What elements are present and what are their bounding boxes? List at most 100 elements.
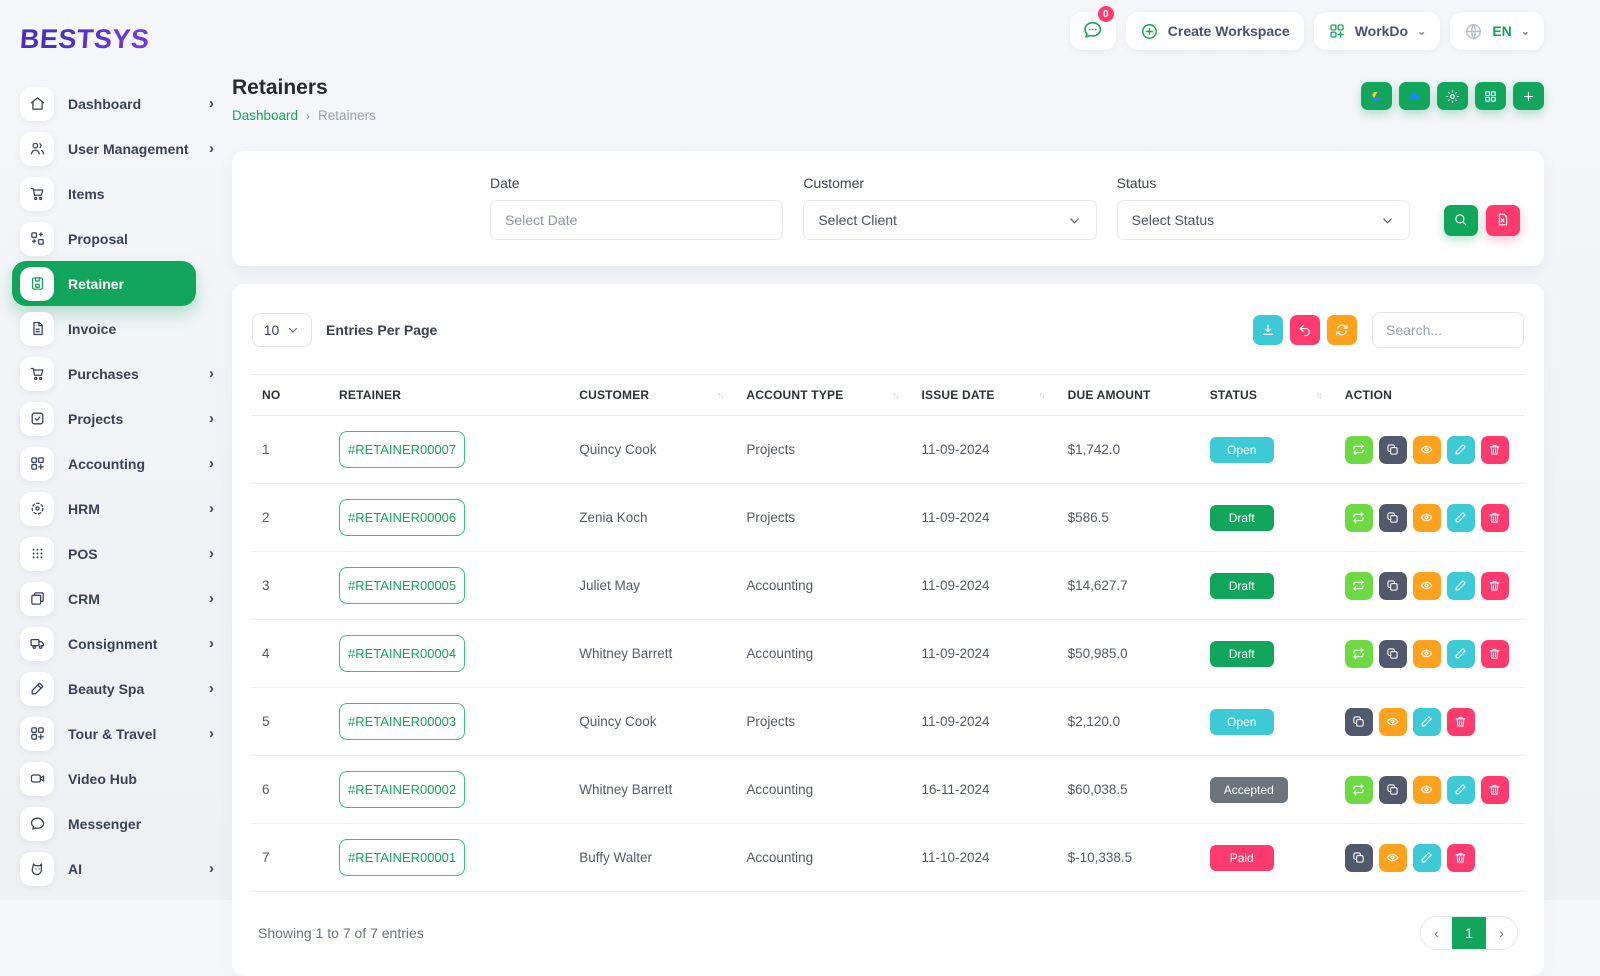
column-header-status[interactable]: STATUS↑↓ [1200, 375, 1335, 416]
retainer-number-link[interactable]: #RETAINER00002 [339, 771, 465, 808]
duplicate-button[interactable] [1379, 640, 1407, 668]
sidebar-item-pos[interactable]: POS › [0, 531, 232, 576]
reset-filter-button[interactable] [1486, 205, 1520, 236]
duplicate-button[interactable] [1345, 708, 1373, 736]
retainer-number-link[interactable]: #RETAINER00007 [339, 431, 465, 468]
sidebar-item-consignment[interactable]: Consignment › [0, 621, 232, 666]
delete-button[interactable] [1447, 844, 1475, 872]
prev-page-button[interactable]: ‹ [1421, 916, 1452, 950]
delete-button[interactable] [1481, 776, 1509, 804]
retainer-number-link[interactable]: #RETAINER00004 [339, 635, 465, 672]
proposal-icon [20, 222, 54, 256]
edit-button[interactable] [1447, 640, 1475, 668]
status-select[interactable]: Select Status [1117, 200, 1410, 240]
edit-button[interactable] [1413, 844, 1441, 872]
convert-button[interactable] [1345, 776, 1373, 804]
messages-button[interactable]: 0 [1070, 12, 1116, 50]
delete-button[interactable] [1447, 708, 1475, 736]
customer-select[interactable]: Select Client [803, 200, 1096, 240]
sidebar-item-accounting[interactable]: Accounting › [0, 441, 232, 486]
cell-due-amount: $586.5 [1058, 484, 1200, 552]
delete-button[interactable] [1481, 436, 1509, 464]
onedrive-button[interactable] [1399, 82, 1430, 110]
column-header-account-type[interactable]: ACCOUNT TYPE↑↓ [736, 375, 911, 416]
grid-button[interactable] [1475, 82, 1506, 110]
table-header-row: NO RETAINER CUSTOMER↑↓ ACCOUNT TYPE↑↓ IS… [252, 375, 1524, 416]
retainer-number-link[interactable]: #RETAINER00006 [339, 499, 465, 536]
entries-per-page-select[interactable]: 10 [252, 313, 312, 347]
plus-circle-icon [1140, 22, 1159, 41]
duplicate-button[interactable] [1379, 504, 1407, 532]
date-input[interactable] [505, 212, 768, 228]
next-page-button[interactable]: › [1486, 916, 1517, 950]
sidebar-item-user-management[interactable]: User Management › [0, 126, 232, 171]
export-button[interactable] [1253, 315, 1283, 345]
duplicate-button[interactable] [1379, 776, 1407, 804]
cell-customer: Whitney Barrett [569, 756, 736, 824]
undo-button[interactable] [1290, 315, 1320, 345]
delete-button[interactable] [1481, 640, 1509, 668]
view-button[interactable] [1413, 504, 1441, 532]
column-header-customer[interactable]: CUSTOMER↑↓ [569, 375, 736, 416]
retainer-number-link[interactable]: #RETAINER00003 [339, 703, 465, 740]
apply-filter-button[interactable] [1444, 205, 1478, 236]
sidebar-item-beauty-spa[interactable]: Beauty Spa › [0, 666, 232, 711]
sidebar-item-video-hub[interactable]: Video Hub [0, 756, 232, 801]
convert-button[interactable] [1345, 504, 1373, 532]
create-workspace-button[interactable]: Create Workspace [1126, 12, 1304, 50]
sidebar-item-retainer[interactable]: Retainer [12, 261, 196, 306]
sidebar-item-messenger[interactable]: Messenger [0, 801, 232, 846]
view-button[interactable] [1413, 640, 1441, 668]
cell-customer: Zenia Koch [569, 484, 736, 552]
edit-button[interactable] [1413, 708, 1441, 736]
sidebar-item-hrm[interactable]: HRM › [0, 486, 232, 531]
hrm-icon [20, 492, 54, 526]
status-filter: Status Select Status [1117, 175, 1410, 240]
gridplus-icon [29, 455, 46, 472]
workspace-dropdown[interactable]: WorkDo ⌄ [1314, 12, 1441, 50]
delete-button[interactable] [1481, 504, 1509, 532]
sidebar-item-items[interactable]: Items [0, 171, 232, 216]
sidebar-item-ai[interactable]: AI › [0, 846, 232, 891]
view-button[interactable] [1413, 572, 1441, 600]
convert-icon [1352, 511, 1365, 524]
sidebar-item-proposal[interactable]: Proposal [0, 216, 232, 261]
duplicate-button[interactable] [1345, 844, 1373, 872]
refresh-button[interactable] [1327, 315, 1357, 345]
settings-button[interactable] [1437, 82, 1468, 110]
brush-icon [29, 680, 46, 697]
convert-button[interactable] [1345, 640, 1373, 668]
cart-icon [29, 185, 46, 202]
edit-button[interactable] [1447, 436, 1475, 464]
google-drive-button[interactable] [1361, 82, 1392, 110]
edit-button[interactable] [1447, 776, 1475, 804]
breadcrumb-dashboard-link[interactable]: Dashboard [232, 108, 298, 123]
cell-issue-date: 11-10-2024 [911, 824, 1057, 892]
bubble-icon [29, 815, 46, 832]
duplicate-button[interactable] [1379, 572, 1407, 600]
view-button[interactable] [1413, 436, 1441, 464]
edit-button[interactable] [1447, 572, 1475, 600]
sidebar-item-dashboard[interactable]: Dashboard › [0, 81, 232, 126]
sidebar-item-invoice[interactable]: Invoice [0, 306, 232, 351]
view-button[interactable] [1379, 844, 1407, 872]
column-header-issue-date[interactable]: ISSUE DATE↑↓ [911, 375, 1057, 416]
sidebar-item-crm[interactable]: CRM › [0, 576, 232, 621]
add-retainer-button[interactable] [1513, 82, 1544, 110]
delete-button[interactable] [1481, 572, 1509, 600]
sidebar-item-tour-travel[interactable]: Tour & Travel › [0, 711, 232, 756]
language-dropdown[interactable]: EN ⌄ [1450, 12, 1544, 50]
retainer-number-link[interactable]: #RETAINER00005 [339, 567, 465, 604]
page-1-button[interactable]: 1 [1452, 916, 1486, 950]
table-search-input[interactable] [1372, 312, 1524, 348]
view-button[interactable] [1413, 776, 1441, 804]
sidebar-item-projects[interactable]: Projects › [0, 396, 232, 441]
retainer-number-link[interactable]: #RETAINER00001 [339, 839, 465, 876]
convert-button[interactable] [1345, 436, 1373, 464]
sidebar-item-purchases[interactable]: Purchases › [0, 351, 232, 396]
edit-button[interactable] [1447, 504, 1475, 532]
invoice-icon [29, 320, 46, 337]
convert-button[interactable] [1345, 572, 1373, 600]
duplicate-button[interactable] [1379, 436, 1407, 464]
view-button[interactable] [1379, 708, 1407, 736]
